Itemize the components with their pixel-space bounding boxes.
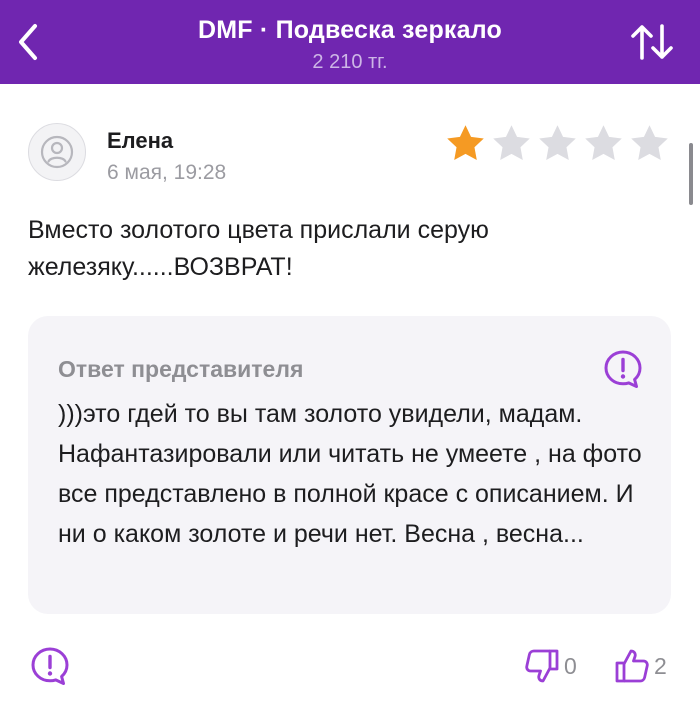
report-button[interactable]	[28, 644, 72, 688]
star-rating	[444, 122, 671, 165]
sort-button[interactable]	[622, 12, 682, 72]
top-bar: DMF · Подвеска зеркало 2 210 тг.	[0, 0, 700, 84]
report-icon	[604, 350, 642, 388]
sort-arrows-icon	[631, 24, 673, 60]
review-date: 6 мая, 19:28	[107, 161, 227, 184]
scrollbar[interactable]	[689, 143, 693, 205]
seller-reply: Ответ представителя )))это гдей то вы та…	[28, 316, 671, 614]
report-icon	[31, 647, 69, 685]
star-icon	[447, 125, 484, 160]
review-text: Вместо золотого цвета прислали серую жел…	[28, 216, 489, 281]
product-price: 2 210 тг.	[312, 51, 388, 73]
reply-title: Ответ представителя	[58, 356, 304, 382]
reply-text: )))это гдей то вы там золото увидели, ма…	[58, 400, 642, 548]
user-icon	[40, 135, 74, 169]
review-author: Елена	[107, 128, 174, 153]
like-button[interactable]: 2	[612, 646, 667, 686]
dislike-count: 0	[564, 652, 577, 679]
page-title: DMF · Подвеска зеркало	[198, 16, 502, 44]
thumbs-down-icon	[525, 649, 559, 683]
dislike-button[interactable]: 0	[522, 646, 577, 686]
thumbs-up-icon	[615, 649, 649, 683]
star-icon	[631, 125, 668, 160]
avatar	[28, 123, 86, 181]
reply-report-button[interactable]	[601, 347, 645, 391]
like-count: 2	[654, 652, 667, 679]
star-icon	[585, 125, 622, 160]
star-icon	[539, 125, 576, 160]
star-icon	[493, 125, 530, 160]
